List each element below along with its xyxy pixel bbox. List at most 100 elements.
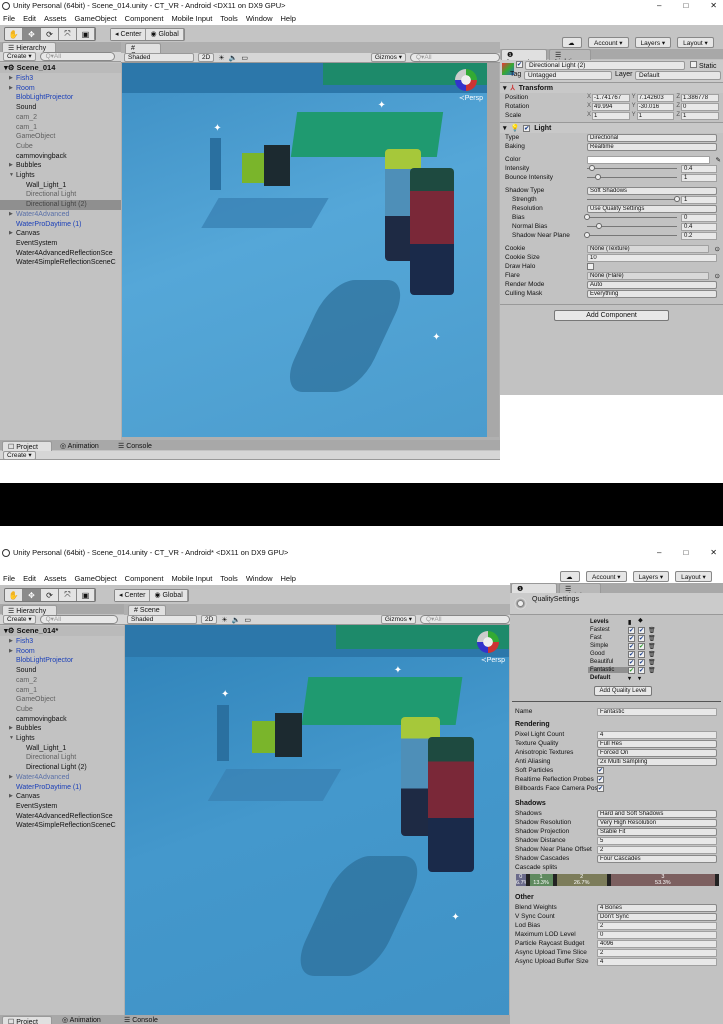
tab-animation[interactable]: ◎ Animation [60,442,99,450]
blend-weights-dropdown[interactable]: 4 Bones [597,903,717,912]
draw-halo-checkbox[interactable] [587,263,594,270]
soft-particles-checkbox[interactable]: ✔ [597,767,604,774]
hierarchy-item[interactable]: Directional Light (2) [0,763,124,773]
effects-dropdown-icon[interactable]: ▭ [244,616,251,624]
menu-tools[interactable]: Tools [220,574,238,583]
expand-arrow-icon[interactable]: ▶ [9,229,13,239]
axis-y-field[interactable]: 1 [636,111,675,120]
add-quality-level-button[interactable]: Add Quality Level [594,686,652,696]
expand-arrow-icon[interactable]: ▶ [9,74,13,84]
hierarchy-item[interactable]: BlobLightProjector [0,93,121,103]
shadows-dropdown[interactable]: Hard and Soft Shadows [597,809,717,818]
hierarchy-item[interactable]: Cube [0,705,124,715]
eyedropper-icon[interactable]: ✎ [716,156,721,164]
cloud-button[interactable]: ☁ [562,37,582,48]
audio-toggle-icon[interactable]: 🔈 [232,616,241,624]
menu-gameobject[interactable]: GameObject [75,14,117,23]
audio-toggle-icon[interactable]: 🔈 [229,54,238,62]
expand-arrow-icon[interactable]: ▶ [9,792,13,802]
normal-bias-slider[interactable]: 0.4 [587,222,717,231]
transform-header[interactable]: ▾ ⅄ Transform [500,82,723,93]
tab-project[interactable]: ☐ Project [2,1016,52,1024]
hierarchy-item[interactable]: cammovingback [0,152,121,162]
hierarchy-item[interactable]: ▶ Fish3 [0,637,124,647]
close-button[interactable]: ✕ [710,1,717,10]
baking-dropdown[interactable]: Realtime [587,142,717,151]
hierarchy-item[interactable]: Water4SimpleReflectionSceneC [0,258,121,268]
scene-orientation-gizmo[interactable] [455,69,477,91]
expand-arrow-icon[interactable]: ▶ [9,724,13,734]
hand-tool-icon[interactable]: ✋ [5,589,23,601]
axis-y-field[interactable]: -30.016 [636,102,675,111]
delete-level-icon[interactable]: 🗑 [648,643,658,650]
hierarchy-item[interactable]: Water4SimpleReflectionSceneC [0,821,124,831]
shadow-type-dropdown[interactable]: Soft Shadows [587,186,717,195]
shadow-cascades-dropdown[interactable]: Four Cascades [597,854,717,863]
billboards-face-camera-pos-checkbox[interactable]: ✔ [597,785,604,792]
menu-window[interactable]: Window [246,14,273,23]
hierarchy-item[interactable]: EventSystem [0,239,121,249]
quality-level-name[interactable]: Fantastic [588,667,628,673]
quality-level-name[interactable]: Beautiful [588,659,628,665]
rotate-tool-icon[interactable]: ⟳ [41,589,59,601]
rect-tool-icon[interactable]: ▣ [77,589,95,601]
texture-quality-dropdown[interactable]: Full Res [597,739,717,748]
menu-assets[interactable]: Assets [44,14,67,23]
object-picker-icon[interactable]: ⊙ [715,245,720,253]
gizmos-dropdown[interactable]: Gizmos ▾ [380,615,416,624]
async-upload-buffer-size-field[interactable]: 4 [597,957,717,966]
quality-level-row[interactable]: Fastest ✔ ✔ 🗑 [510,626,723,634]
scene-search-input[interactable]: Q▾All [410,53,500,62]
scene-viewport[interactable]: ≺Persp ✦ ✦ ✦ [122,63,487,437]
hierarchy-item[interactable]: Directional Light [0,753,124,763]
scene-viewport[interactable]: ≺Persp ✦ ✦ ✦ [125,625,509,1024]
menu-edit[interactable]: Edit [23,14,36,23]
slider-handle[interactable] [584,232,590,238]
axis-x-field[interactable]: -1.741767 [592,93,630,102]
shadow-distance-field[interactable]: 5 [597,836,717,845]
cookie-object-field[interactable]: None (Texture) [587,244,709,253]
layer-dropdown[interactable]: Default [635,71,721,80]
bias-slider[interactable]: 0 [584,213,717,222]
hierarchy-item[interactable]: ▶ Canvas [0,792,124,802]
expand-arrow-icon[interactable]: ▼ [9,734,14,744]
menu-edit[interactable]: Edit [23,574,36,583]
move-tool-icon[interactable]: ✥ [23,589,41,601]
hierarchy-item[interactable]: Water4AdvancedReflectionSce [0,249,121,259]
delete-level-icon[interactable]: 🗑 [648,651,658,658]
maximize-button[interactable]: □ [683,548,688,557]
hierarchy-item[interactable]: cam_1 [0,686,124,696]
quality-level-row[interactable]: Good ✔ ✔ 🗑 [510,650,723,658]
scale-tool-icon[interactable]: ⤧ [59,589,77,601]
active-checkbox[interactable]: ✔ [516,61,523,68]
hierarchy-item[interactable]: cam_2 [0,676,124,686]
minimize-button[interactable]: – [657,548,661,557]
hierarchy-item[interactable]: ▼ Lights [0,734,124,744]
async-upload-time-slice-field[interactable]: 2 [597,948,717,957]
slider-track[interactable] [587,165,677,171]
quality-level-name[interactable]: Fast [588,635,628,641]
hierarchy-item[interactable]: ▶ Water4Advanced [0,773,124,783]
hierarchy-item[interactable]: ▶ Fish3 [0,74,121,84]
expand-arrow-icon[interactable]: ▶ [9,773,13,783]
shadow-near-plane-offset-field[interactable]: 2 [597,845,717,854]
menu-mobile-input[interactable]: Mobile Input [171,574,212,583]
particle-raycast-budget-field[interactable]: 4096 [597,939,717,948]
quality-level-name[interactable]: Simple [588,643,628,649]
hierarchy-search-input[interactable]: Q▾All [39,615,118,624]
cloud-button[interactable]: ☁ [560,571,580,582]
static-checkbox[interactable] [690,61,697,68]
menu-file[interactable]: File [3,574,15,583]
android-checkbox[interactable]: ✔ [638,658,645,666]
hierarchy-item[interactable]: ▶ Bubbles [0,161,121,171]
axis-y-field[interactable]: 7.142603 [636,93,675,102]
quality-level-row[interactable]: Simple ✔ ✔ 🗑 [510,642,723,650]
color-field[interactable] [587,155,710,164]
rect-tool-icon[interactable]: ▣ [77,28,95,40]
hierarchy-item[interactable]: Wall_Light_1 [0,744,124,754]
object-picker-icon[interactable]: ⊙ [715,272,720,280]
hierarchy-item[interactable]: EventSystem [0,802,124,812]
standalone-checkbox[interactable]: ✔ [628,650,635,658]
slider-value-field[interactable]: 0 [681,213,717,222]
flare-object-field[interactable]: None (Flare) [587,271,709,280]
